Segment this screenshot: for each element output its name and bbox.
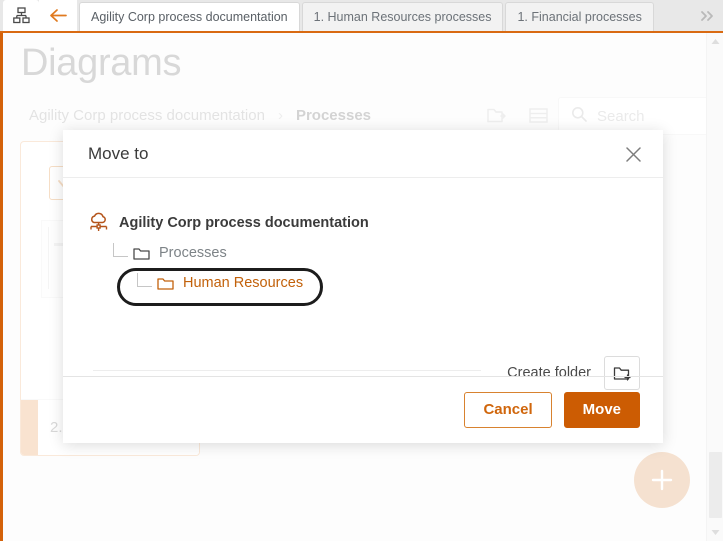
tab-overflow-button[interactable] xyxy=(699,0,717,31)
tab-label: Agility Corp process documentation xyxy=(91,10,288,24)
folder-icon xyxy=(157,276,174,291)
dialog-body: Agility Corp process documentation Proce… xyxy=(63,178,663,390)
tree-connector xyxy=(113,242,128,257)
tab-agility-corp-process-documentation[interactable]: Agility Corp process documentation xyxy=(79,2,300,31)
dialog-header: Move to xyxy=(63,130,663,178)
dialog-footer: Cancel Move xyxy=(63,376,663,442)
tree-connector xyxy=(137,272,152,287)
folder-tree: Agility Corp process documentation Proce… xyxy=(89,208,369,298)
dialog-title: Move to xyxy=(88,143,149,163)
cloud-network-icon xyxy=(89,212,110,234)
close-icon xyxy=(625,146,641,162)
diagram-org-chart-icon xyxy=(12,7,30,24)
chevron-double-right-icon xyxy=(701,10,713,21)
back-button[interactable] xyxy=(39,0,77,31)
tree-item-label: Human Resources xyxy=(183,275,304,291)
app-diagram-icon-button[interactable] xyxy=(3,0,39,31)
close-button[interactable] xyxy=(621,142,645,166)
tree-item-human-resources[interactable]: Human Resources xyxy=(137,268,369,298)
arrow-left-icon xyxy=(49,9,67,22)
tab-label: 1. Financial processes xyxy=(517,10,642,24)
application-window: Agility Corp process documentation 1. Hu… xyxy=(0,0,723,541)
tree-item-label: Agility Corp process documentation xyxy=(119,215,369,231)
tree-item-agility-corp-process-documentation[interactable]: Agility Corp process documentation xyxy=(89,208,369,238)
tab-label: 1. Human Resources processes xyxy=(313,10,492,24)
tab-financial-processes[interactable]: 1. Financial processes xyxy=(505,2,654,31)
tree-item-label: Processes xyxy=(159,245,227,261)
body-divider xyxy=(93,370,481,371)
folder-icon xyxy=(133,246,150,261)
move-button[interactable]: Move xyxy=(563,391,640,428)
move-to-dialog: Move to Agility Corp process documentati… xyxy=(63,130,663,443)
tab-human-resources-processes[interactable]: 1. Human Resources processes xyxy=(301,2,504,31)
browser-tab-bar: Agility Corp process documentation 1. Hu… xyxy=(0,0,723,33)
cancel-button[interactable]: Cancel xyxy=(464,391,552,428)
tree-item-processes[interactable]: Processes xyxy=(113,238,369,268)
